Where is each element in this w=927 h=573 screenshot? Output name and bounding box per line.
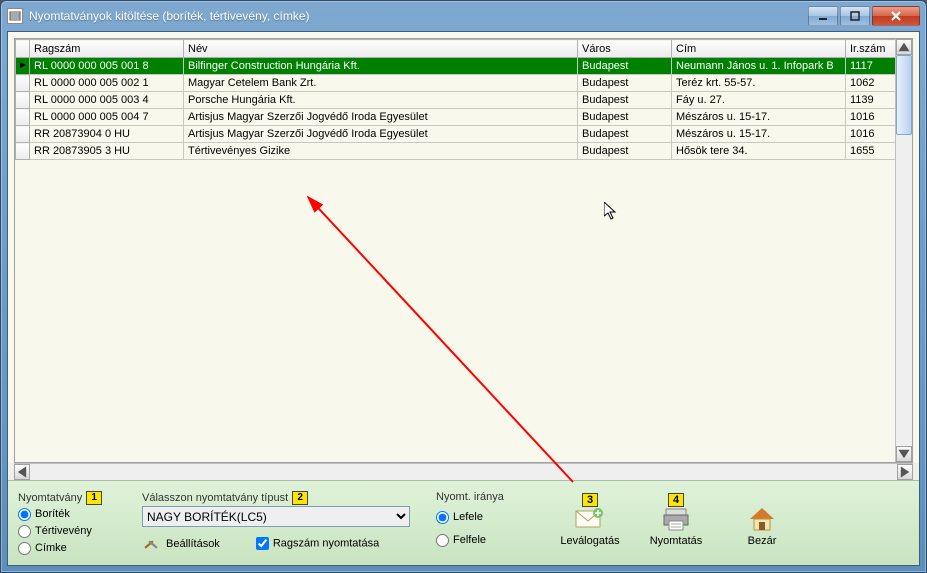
app-icon [7, 8, 23, 24]
col-nev[interactable]: Név [184, 40, 578, 58]
table-row[interactable]: RL 0000 000 005 001 8Bilfinger Construct… [16, 58, 896, 75]
table-row[interactable]: RR 20873904 0 HUArtisjus Magyar Szerzői … [16, 126, 896, 143]
cell-irszam: 1655 [846, 143, 896, 160]
cell-cim: Mészáros u. 15-17. [672, 109, 846, 126]
cell-ragszam: RL 0000 000 005 004 7 [30, 109, 184, 126]
radio-tertivevenyes[interactable]: Tértivevény [18, 523, 128, 540]
cell-nev: Artisjus Magyar Szerzői Jogvédő Iroda Eg… [184, 109, 578, 126]
cell-nev: Magyar Cetelem Bank Zrt. [184, 75, 578, 92]
horizontal-scrollbar[interactable] [14, 463, 913, 480]
envelope-plus-icon [574, 505, 606, 533]
scroll-right-arrow[interactable] [897, 464, 913, 480]
cell-cim: Fáy u. 27. [672, 92, 846, 109]
cell-varos: Budapest [578, 58, 672, 75]
cell-varos: Budapest [578, 143, 672, 160]
cell-cim: Mészáros u. 15-17. [672, 126, 846, 143]
cell-nev: Tértivevényes Gizike [184, 143, 578, 160]
table-row[interactable]: RL 0000 000 005 004 7Artisjus Magyar Sze… [16, 109, 896, 126]
settings-icon [142, 533, 160, 554]
radio-cimke[interactable]: Címke [18, 540, 128, 557]
cell-varos: Budapest [578, 92, 672, 109]
ragszam-checkbox[interactable]: Ragszám nyomtatása [256, 537, 379, 550]
callout-4: 4 [668, 493, 684, 507]
titlebar: Nyomtatványok kitöltése (boríték, tértiv… [1, 1, 926, 31]
col-cim[interactable]: Cím [672, 40, 846, 58]
cell-nev: Bilfinger Construction Hungária Kft. [184, 58, 578, 75]
nyomtatas-button[interactable]: 4 Nyomtatás [646, 505, 706, 547]
row-indicator [16, 58, 30, 75]
cell-irszam: 1016 [846, 109, 896, 126]
group-valasszon-label: Válasszon nyomtatvány típust [142, 492, 288, 504]
cell-ragszam: RR 20873905 3 HU [30, 143, 184, 160]
radio-felfele[interactable]: Felfele [436, 532, 526, 549]
col-ragszam[interactable]: Ragszám [30, 40, 184, 58]
col-varos[interactable]: Város [578, 40, 672, 58]
cell-ragszam: RL 0000 000 005 002 1 [30, 75, 184, 92]
vertical-scrollbar[interactable] [895, 39, 912, 462]
indicator-header [16, 40, 30, 58]
window-title: Nyomtatványok kitöltése (boríték, tértiv… [29, 9, 808, 23]
row-indicator [16, 143, 30, 160]
levalogatas-button[interactable]: 3 Leválogatás [560, 505, 620, 547]
home-icon [746, 505, 778, 533]
callout-3: 3 [582, 493, 598, 507]
cell-ragszam: RL 0000 000 005 003 4 [30, 92, 184, 109]
cell-varos: Budapest [578, 75, 672, 92]
scroll-down-arrow[interactable] [896, 446, 912, 462]
cell-nev: Artisjus Magyar Szerzői Jogvédő Iroda Eg… [184, 126, 578, 143]
cell-ragszam: RL 0000 000 005 001 8 [30, 58, 184, 75]
cell-cim: Teréz krt. 55-57. [672, 75, 846, 92]
minimize-button[interactable] [808, 6, 838, 26]
scroll-left-arrow[interactable] [14, 464, 30, 480]
scroll-thumb[interactable] [896, 55, 912, 135]
radio-boritek[interactable]: Boríték [18, 506, 128, 523]
cell-varos: Budapest [578, 109, 672, 126]
radio-lefele[interactable]: Lefele [436, 509, 526, 526]
row-indicator [16, 92, 30, 109]
table-row[interactable]: RR 20873905 3 HUTértivevényes GizikeBuda… [16, 143, 896, 160]
cell-ragszam: RR 20873904 0 HU [30, 126, 184, 143]
scroll-up-arrow[interactable] [896, 39, 912, 55]
close-button[interactable] [872, 6, 920, 26]
bezar-button[interactable]: Bezár [732, 505, 792, 547]
col-irszam[interactable]: Ir.szám [846, 40, 896, 58]
cell-irszam: 1062 [846, 75, 896, 92]
template-select[interactable]: NAGY BORÍTÉK(LC5) [142, 506, 410, 527]
callout-1: 1 [86, 491, 102, 505]
cell-nev: Porsche Hungária Kft. [184, 92, 578, 109]
table-row[interactable]: RL 0000 000 005 002 1Magyar Cetelem Bank… [16, 75, 896, 92]
callout-2: 2 [292, 491, 308, 505]
cell-irszam: 1139 [846, 92, 896, 109]
cell-irszam: 1016 [846, 126, 896, 143]
group-nyomtatvany-label: Nyomtatvány [18, 492, 82, 504]
group-iranya-label: Nyomt. iránya [436, 491, 504, 503]
beallitasok-button[interactable]: Beállítások [166, 538, 220, 550]
row-indicator [16, 109, 30, 126]
row-indicator [16, 75, 30, 92]
printer-icon [660, 505, 692, 533]
cell-cim: Hősök tere 34. [672, 143, 846, 160]
row-indicator [16, 126, 30, 143]
data-grid[interactable]: Ragszám Név Város Cím Ir.szám RL 0000 00… [15, 39, 895, 160]
cell-cim: Neumann János u. 1. Infopark B [672, 58, 846, 75]
cell-irszam: 1117 [846, 58, 896, 75]
cell-varos: Budapest [578, 126, 672, 143]
maximize-button[interactable] [840, 6, 870, 26]
table-row[interactable]: RL 0000 000 005 003 4Porsche Hungária Kf… [16, 92, 896, 109]
